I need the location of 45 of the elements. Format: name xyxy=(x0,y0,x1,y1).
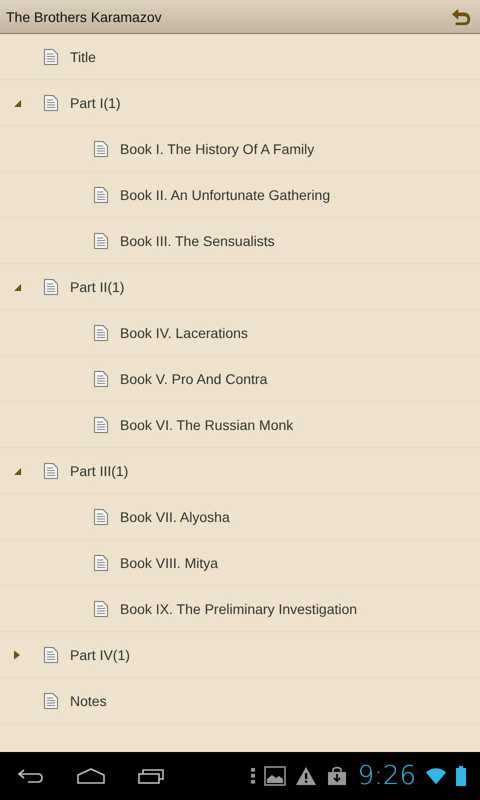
wifi-icon xyxy=(425,766,447,786)
battery-icon xyxy=(456,766,466,786)
document-icon xyxy=(44,48,58,64)
document-icon xyxy=(44,462,58,478)
clock: 9:26 xyxy=(358,761,416,791)
recent-apps-icon[interactable] xyxy=(136,766,166,786)
overflow-menu-icon[interactable] xyxy=(250,768,255,784)
chapter-link[interactable]: Book V. Pro And Contra xyxy=(120,370,268,386)
chapter-link[interactable]: Notes xyxy=(70,692,107,708)
document-icon xyxy=(94,554,108,570)
document-icon xyxy=(44,278,58,294)
document-icon xyxy=(44,692,58,708)
chapter-link[interactable]: Title xyxy=(70,48,96,64)
document-icon xyxy=(94,370,108,386)
chapter-link[interactable]: Book II. An Unfortunate Gathering xyxy=(120,186,330,202)
chapter-link[interactable]: Book IV. Lacerations xyxy=(120,324,248,340)
chapter-link[interactable]: Book III. The Sensualists xyxy=(120,232,275,248)
chapter-link[interactable]: Book VII. Alyosha xyxy=(120,508,230,524)
chapter-link[interactable]: Book IX. The Preliminary Investigation xyxy=(120,600,358,616)
chapter-link[interactable]: Part II(1) xyxy=(70,278,124,294)
document-icon xyxy=(94,324,108,340)
image-icon xyxy=(264,766,286,786)
warning-icon xyxy=(294,766,317,786)
document-icon xyxy=(94,140,108,156)
chapter-link[interactable]: Book VI. The Russian Monk xyxy=(120,416,294,432)
chapter-link[interactable]: Part I(1) xyxy=(70,94,121,110)
return-arrow-icon[interactable] xyxy=(450,6,472,26)
chapter-link[interactable]: Book VIII. Mitya xyxy=(120,554,218,570)
expanded-arrow-icon[interactable] xyxy=(12,466,22,476)
document-icon xyxy=(44,646,58,662)
document-icon xyxy=(44,94,58,110)
chapter-link[interactable]: Book I. The History Of A Family xyxy=(120,140,314,156)
book-title: The Brothers Karamazov xyxy=(6,8,162,24)
document-icon xyxy=(94,508,108,524)
chapter-link[interactable]: Part III(1) xyxy=(70,462,128,478)
download-bag-icon xyxy=(326,766,348,786)
document-icon xyxy=(94,232,108,248)
expanded-arrow-icon[interactable] xyxy=(12,98,22,108)
document-icon xyxy=(94,186,108,202)
document-icon xyxy=(94,600,108,616)
home-icon[interactable] xyxy=(76,766,106,786)
document-icon xyxy=(94,416,108,432)
chapter-link[interactable]: Part IV(1) xyxy=(70,646,130,662)
collapsed-arrow-icon[interactable] xyxy=(12,650,22,660)
expanded-arrow-icon[interactable] xyxy=(12,282,22,292)
